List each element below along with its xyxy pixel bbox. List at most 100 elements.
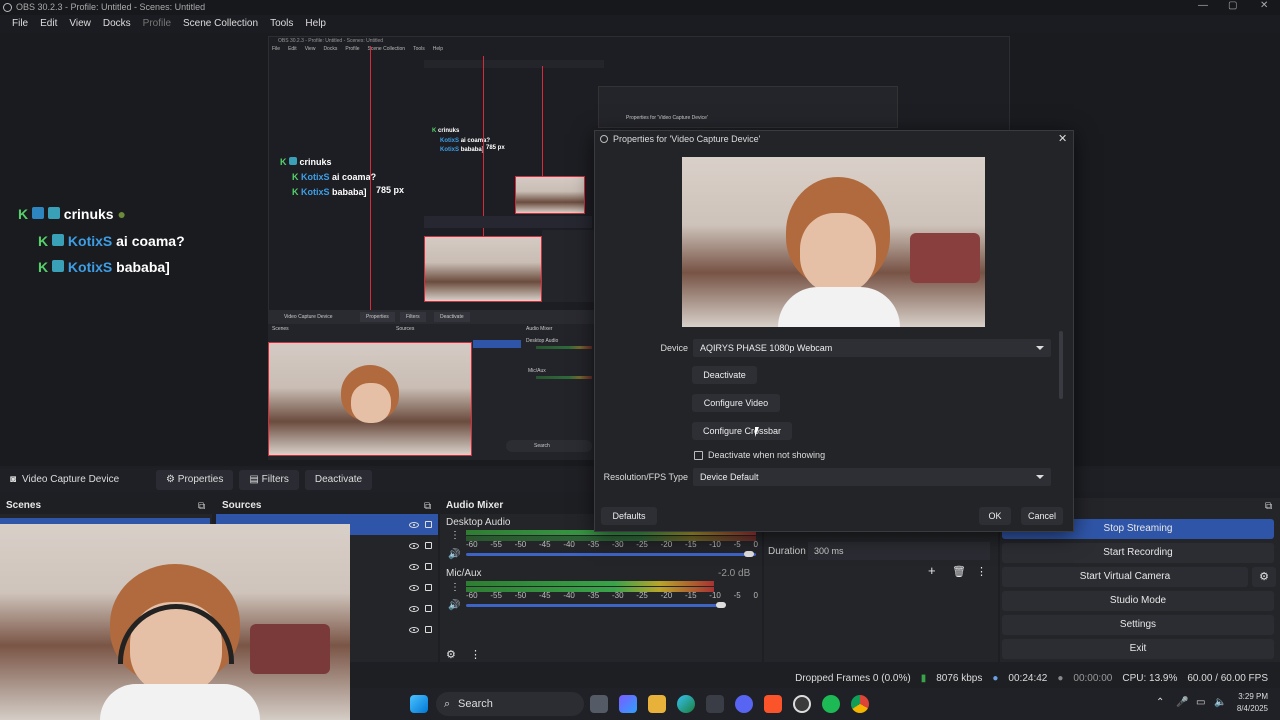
clock-date[interactable]: 8/4/2025 (1234, 704, 1268, 713)
transition-menu-icon[interactable]: ⋮ (976, 565, 987, 578)
task-view-icon[interactable] (590, 695, 608, 713)
start-virtual-camera-button[interactable]: Start Virtual Camera (1002, 567, 1248, 587)
eye-icon[interactable] (409, 563, 419, 570)
add-transition-icon[interactable]: + (928, 563, 936, 578)
sources-title: Sources (216, 498, 438, 514)
eye-icon[interactable] (409, 626, 419, 633)
volume-icon[interactable]: 🔈 (1214, 697, 1226, 708)
chat-badge-icon: K (292, 187, 299, 197)
lock-icon[interactable] (425, 521, 432, 528)
mixer-channel-name: Mic/Aux (446, 568, 482, 579)
nested-webcam-2 (424, 236, 542, 302)
badge-icon (47, 207, 60, 219)
brave-icon[interactable] (764, 695, 782, 713)
menu-help[interactable]: Help (299, 15, 332, 33)
volume-slider[interactable] (466, 553, 756, 556)
windows-start-icon[interactable] (410, 695, 428, 713)
stream-time: 00:24:42 (1008, 672, 1048, 684)
properties-button[interactable]: ⚙ Properties (156, 470, 234, 490)
eye-icon[interactable] (409, 521, 419, 528)
mixer-menu-icon[interactable]: ⋮ (470, 648, 481, 661)
channel-menu-icon[interactable]: ⋮ (450, 530, 460, 541)
badge-icon (52, 234, 65, 246)
nested-meter (536, 376, 592, 379)
minimize-icon[interactable]: — (1198, 0, 1208, 11)
nested-chat-line-3: K KotixS bababa] (292, 187, 367, 197)
taskbar-search[interactable]: ⌕ Search (436, 692, 584, 716)
eye-icon[interactable] (409, 584, 419, 591)
lock-icon[interactable] (425, 584, 432, 591)
lock-icon[interactable] (425, 542, 432, 549)
configure-video-button[interactable]: Configure Video (692, 394, 780, 412)
dialog-scrollbar[interactable] (1059, 331, 1063, 399)
speaker-icon[interactable]: 🔊 (448, 549, 460, 560)
discord-icon[interactable] (735, 695, 753, 713)
duration-spinbox[interactable]: 300 ms (808, 542, 990, 560)
lock-icon[interactable] (425, 626, 432, 633)
network-icon[interactable]: ▭ (1196, 697, 1205, 708)
edge-icon[interactable] (677, 695, 695, 713)
device-select[interactable]: AQIRYS PHASE 1080p Webcam (693, 339, 1051, 357)
start-recording-button[interactable]: Start Recording (1002, 543, 1274, 563)
filters-button[interactable]: ▤ Filters (239, 470, 299, 490)
scale-tick: -5 (733, 540, 741, 549)
nested-menu-item: File (272, 46, 281, 52)
resolution-fps-select[interactable]: Device Default (693, 468, 1051, 486)
obs-logo-icon (3, 3, 12, 12)
close-icon[interactable]: ✕ (1260, 0, 1268, 11)
menu-file[interactable]: File (6, 15, 34, 33)
menu-scene-collection[interactable]: Scene Collection (177, 15, 264, 33)
studio-mode-button[interactable]: Studio Mode (1002, 591, 1274, 611)
speaker-icon[interactable]: 🔊 (448, 600, 460, 611)
undock-icon[interactable]: ⧉ (198, 501, 205, 512)
eye-icon[interactable] (409, 605, 419, 612)
deactivate-button[interactable]: Deactivate (304, 470, 373, 490)
configure-crossbar-button[interactable]: Configure Crossbar (692, 422, 792, 440)
deactivate-when-not-showing-checkbox[interactable] (694, 451, 703, 460)
deactivate-device-button[interactable]: Deactivate (692, 366, 757, 384)
microphone-icon[interactable]: 🎤 (1176, 697, 1188, 708)
tray-chevron-icon[interactable]: ⌃ (1156, 697, 1164, 708)
clock-time[interactable]: 3:29 PM (1234, 692, 1268, 701)
menu-tools[interactable]: Tools (264, 15, 299, 33)
meter-scale: -60 -55 -50 -45 -40 -35 -30 -25 -20 -15 -10 -5 0 (466, 591, 758, 600)
lock-icon[interactable] (425, 563, 432, 570)
volume-slider[interactable] (466, 604, 722, 607)
channel-menu-icon[interactable]: ⋮ (450, 582, 460, 593)
undock-icon[interactable]: ⧉ (1265, 501, 1272, 512)
filters-label: Filters (261, 474, 289, 485)
mouse-cursor-icon (755, 427, 759, 437)
menu-edit[interactable]: Edit (34, 15, 63, 33)
volume-slider-handle[interactable] (716, 602, 726, 608)
copilot-icon[interactable] (619, 695, 637, 713)
menu-view[interactable]: View (63, 15, 97, 33)
volume-slider-handle[interactable] (744, 551, 754, 557)
defaults-button[interactable]: Defaults (601, 507, 657, 525)
dialog-close-icon[interactable]: ✕ (1058, 132, 1067, 145)
spotify-icon[interactable] (822, 695, 840, 713)
settings-button[interactable]: Settings (1002, 615, 1274, 635)
file-explorer-icon[interactable] (648, 695, 666, 713)
eye-icon[interactable] (409, 542, 419, 549)
menu-profile[interactable]: Profile (137, 15, 177, 33)
scale-tick: -10 (709, 591, 721, 600)
bitrate: 8076 kbps (936, 672, 983, 684)
trash-icon[interactable]: 🗑 (952, 565, 966, 578)
maximize-icon[interactable]: ▢ (1228, 0, 1237, 11)
lock-icon[interactable] (425, 605, 432, 612)
obs-icon[interactable] (793, 695, 811, 713)
ok-button[interactable]: OK (979, 507, 1011, 525)
menu-docks[interactable]: Docks (97, 15, 137, 33)
chrome-icon[interactable] (851, 695, 869, 713)
undock-icon[interactable]: ⧉ (424, 501, 431, 512)
virtual-camera-gear-icon[interactable]: ⚙ (1252, 567, 1276, 587)
webcam-overlay (0, 524, 350, 720)
cancel-button[interactable]: Cancel (1021, 507, 1063, 525)
badge-icon (32, 207, 45, 219)
exit-button[interactable]: Exit (1002, 639, 1274, 659)
nested-source-name: Video Capture Device (284, 314, 333, 320)
advanced-audio-gear-icon[interactable]: ⚙ (446, 648, 456, 661)
mixer-channel-name: Desktop Audio (446, 517, 511, 528)
store-icon[interactable] (706, 695, 724, 713)
chat-badge-icon: K (280, 157, 287, 167)
